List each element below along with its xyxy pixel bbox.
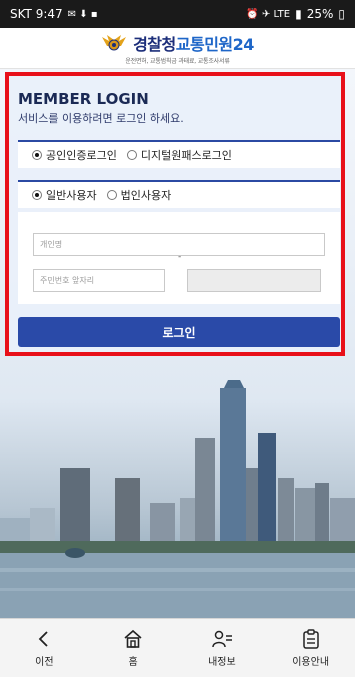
status-bar: SKT 9:47 ✉ ⬇ ▪ ⏰ ✈ LTE ▮ 25% ▯ [0,0,355,28]
battery-level: 25% [306,7,334,21]
battery-icon: ▯ [338,7,345,21]
back-icon [39,631,49,647]
nav-guide[interactable]: 이용안내 [271,628,351,668]
status-time: SKT 9:47 [10,7,63,21]
signal-icon: ▮ [295,7,302,21]
nav-label: 이전 [35,657,54,668]
notification-icons: ✉ ⬇ ▪ [67,8,98,20]
system-icons: ⏰ ✈ LTE [246,8,291,20]
city-skyline-image [0,380,355,618]
home-icon [124,629,142,648]
clipboard-icon [302,629,319,649]
app-header: 경찰청교통민원24 운전면허, 교통범칙금 과태료, 교통조사서류 [0,28,355,69]
nav-label: 이용안내 [292,657,330,668]
site-logo[interactable]: 경찰청교통민원24 [101,31,254,55]
brand-police: 경찰청 [133,35,176,54]
bottom-navigation: 이전 홈 내정보 이용안내 [0,618,355,677]
police-emblem-icon [102,35,127,51]
brand-service: 교통민원24 [175,35,255,54]
nav-home[interactable]: 홈 [93,628,173,668]
nav-back[interactable]: 이전 [4,628,84,668]
nav-my-info[interactable]: 내정보 [182,628,262,668]
nav-label: 홈 [128,657,138,668]
header-tagline: 운전면허, 교통범칙금 과태료, 교통조사서류 [125,58,230,65]
highlight-frame [5,72,345,356]
user-list-icon [212,630,232,648]
nav-label: 내정보 [208,657,236,668]
